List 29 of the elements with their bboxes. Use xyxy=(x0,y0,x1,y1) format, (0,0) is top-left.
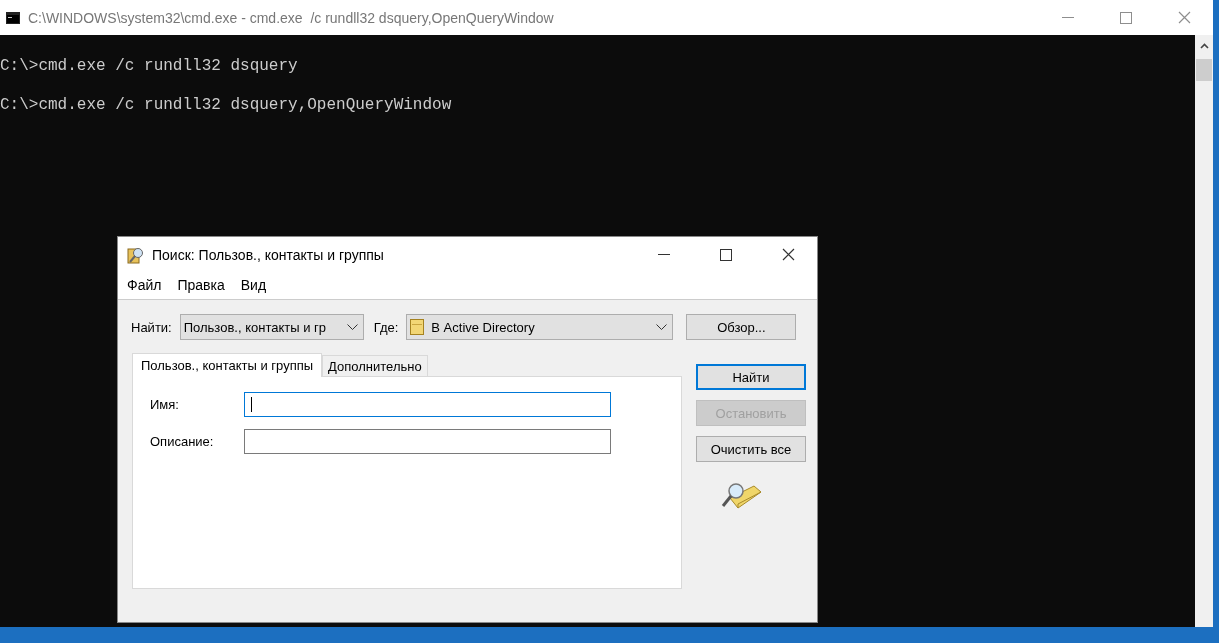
window-title: Поиск: Пользов., контакты и группы xyxy=(152,246,385,263)
maximize-icon[interactable] xyxy=(720,248,732,261)
menu-item[interactable]: Правка xyxy=(177,277,225,293)
close-icon[interactable] xyxy=(782,248,795,261)
minimize-icon[interactable] xyxy=(658,253,670,256)
menu-item[interactable]: Файл xyxy=(127,277,162,293)
window-title: C:\WINDOWS\system32\cmd.exe - cmd.exe /c rundll32 dsquery,OpenQueryWindow xyxy=(28,9,555,26)
action-button[interactable]: Очистить все xyxy=(696,436,806,462)
console-line: C:\>cmd.exe /c rundll32 dsquery xyxy=(0,57,298,75)
input-field[interactable] xyxy=(244,429,611,454)
location-dropdown[interactable]: В Active Directory xyxy=(406,314,674,340)
browse-button[interactable]: Обзор... xyxy=(686,314,797,340)
console-line: C:\>cmd.exe /c rundll32 dsquery,OpenQueryWindow xyxy=(0,96,452,114)
find-dropdown[interactable]: Пользов., контакты и гр xyxy=(179,314,364,340)
scrollbar[interactable] xyxy=(1195,35,1213,627)
scroll-thumb[interactable] xyxy=(1196,59,1212,81)
input-field[interactable] xyxy=(244,392,611,417)
field-label: Имя: xyxy=(150,397,180,412)
find-label: Найти: xyxy=(131,319,172,335)
directory-icon xyxy=(410,319,425,335)
action-button[interactable]: Найти xyxy=(696,364,806,390)
tab[interactable]: Пользов., контакты и группы xyxy=(132,353,323,377)
where-label: Где: xyxy=(373,319,399,335)
tab[interactable]: Дополнительно xyxy=(322,355,428,376)
field-label: Описание: xyxy=(150,434,215,449)
search-folder-icon xyxy=(127,245,145,264)
console-icon xyxy=(6,11,20,24)
scroll-up-icon[interactable] xyxy=(1199,43,1209,49)
menu-item[interactable]: Вид xyxy=(240,277,267,293)
